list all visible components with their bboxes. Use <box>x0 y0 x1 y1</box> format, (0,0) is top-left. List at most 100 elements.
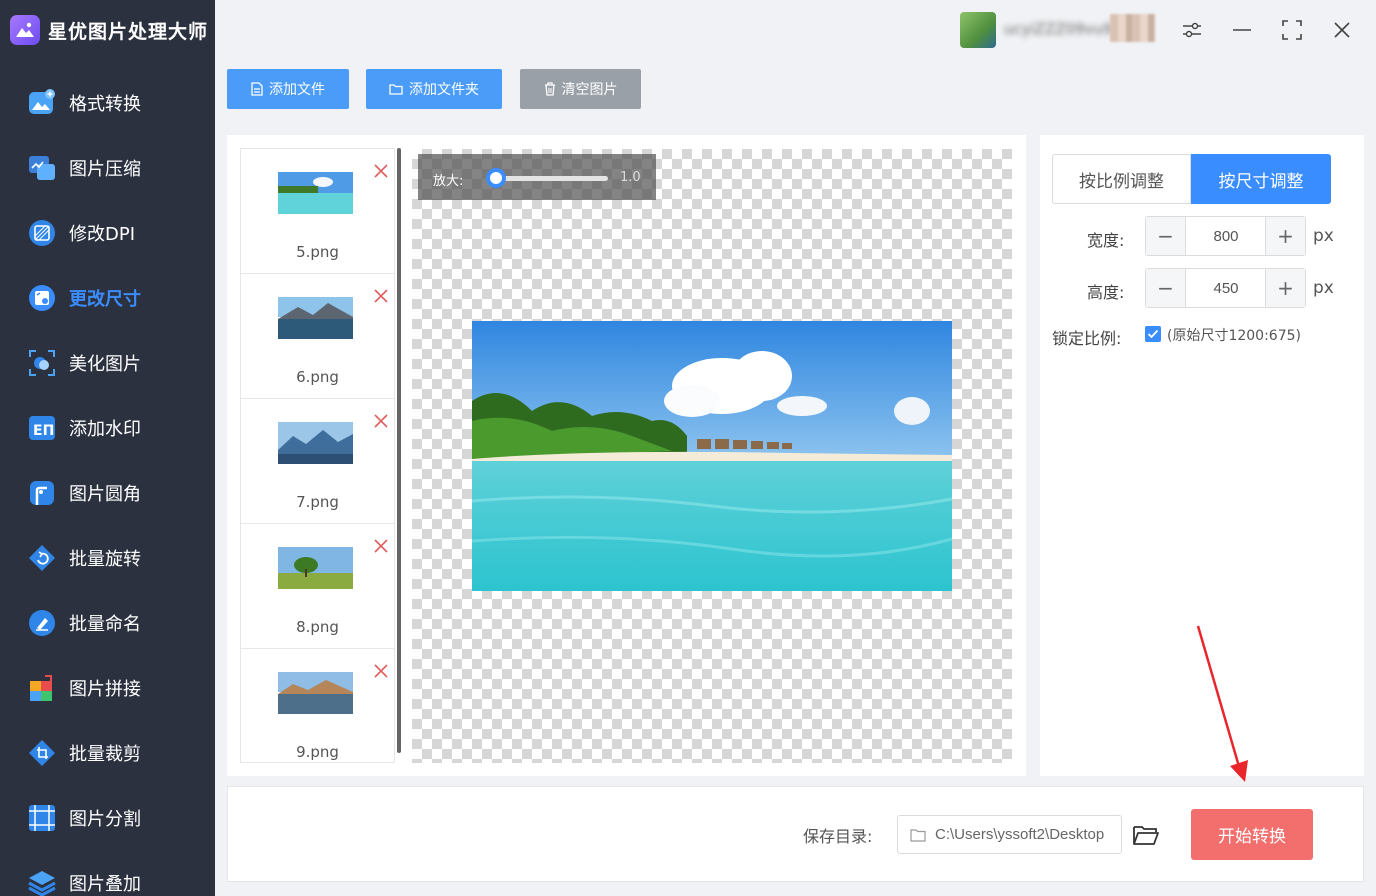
sidebar-item-beautify[interactable]: 美化图片 <box>0 337 215 389</box>
watermark-icon: EП <box>26 412 58 444</box>
file-item[interactable]: 8.png <box>241 524 394 649</box>
sidebar-item-dpi[interactable]: 修改DPI <box>0 207 215 259</box>
sidebar-item-round-corner[interactable]: 图片圆角 <box>0 467 215 519</box>
thumbnail-lake-mountain <box>278 297 353 339</box>
crop-icon <box>26 737 58 769</box>
zoom-slider-handle[interactable] <box>486 168 506 188</box>
file-item[interactable]: 6.png <box>241 274 394 399</box>
width-increment-button[interactable]: + <box>1265 217 1305 255</box>
sidebar-item-label: 添加水印 <box>69 419 141 440</box>
image-convert-icon <box>26 87 58 119</box>
sidebar-item-compress[interactable]: 图片压缩 <box>0 142 215 194</box>
sidebar-item-rename[interactable]: 批量命名 <box>0 597 215 649</box>
app-title: 星优图片处理大师 <box>48 20 209 43</box>
puzzle-icon <box>26 672 58 704</box>
width-unit: px <box>1313 226 1334 246</box>
clear-images-button[interactable]: 清空图片 <box>520 69 641 109</box>
file-list: 5.png 6.png 7.png 8.png 9.png <box>240 148 395 763</box>
file-item[interactable]: 5.png <box>241 149 394 274</box>
trash-icon <box>544 82 555 96</box>
delete-icon[interactable] <box>372 662 390 680</box>
sidebar-item-split[interactable]: 图片分割 <box>0 792 215 844</box>
width-decrement-button[interactable]: − <box>1146 217 1186 255</box>
open-folder-icon[interactable] <box>1131 820 1161 850</box>
resize-icon <box>26 282 58 314</box>
delete-icon[interactable] <box>372 412 390 430</box>
thumbnail-desert-lake <box>278 672 353 714</box>
folder-icon <box>389 84 403 95</box>
close-icon[interactable] <box>1328 16 1356 44</box>
lock-ratio-checkbox[interactable] <box>1145 326 1161 342</box>
tab-size-adjust[interactable]: 按尺寸调整 <box>1191 154 1331 204</box>
sidebar-item-label: 修改DPI <box>69 224 136 245</box>
sidebar-item-label: 图片圆角 <box>69 484 141 505</box>
layers-icon <box>26 867 58 896</box>
sidebar-item-puzzle[interactable]: 图片拼接 <box>0 662 215 714</box>
sidebar-item-format-convert[interactable]: 格式转换 <box>0 77 215 129</box>
add-file-button[interactable]: 添加文件 <box>227 69 349 109</box>
sidebar-item-watermark[interactable]: EП 添加水印 <box>0 402 215 454</box>
zoom-label: 放大: <box>433 174 464 189</box>
add-folder-button[interactable]: 添加文件夹 <box>366 69 502 109</box>
sidebar-item-rotate[interactable]: 批量旋转 <box>0 532 215 584</box>
add-file-label: 添加文件 <box>269 82 325 98</box>
rotate-icon <box>26 542 58 574</box>
zoom-slider-track[interactable] <box>490 176 608 181</box>
svg-text:EП: EП <box>33 423 54 439</box>
height-stepper: − + <box>1145 268 1306 308</box>
save-dir-label: 保存目录: <box>803 827 873 846</box>
sidebar-item-label: 图片压缩 <box>69 159 141 180</box>
clear-images-label: 清空图片 <box>561 82 618 98</box>
thumbnail-blue-mountains <box>278 422 353 464</box>
save-path-field[interactable]: C:\Users\yssoft2\Desktop <box>897 815 1122 854</box>
file-name: 6.png <box>296 368 339 386</box>
check-icon <box>1147 329 1159 339</box>
avatar[interactable] <box>960 12 996 48</box>
zoom-value: 1.0 <box>620 170 641 185</box>
lock-ratio-label: 锁定比例: <box>1052 329 1122 348</box>
sidebar-item-label: 图片分割 <box>69 809 141 830</box>
delete-icon[interactable] <box>372 162 390 180</box>
app-brand: 星优图片处理大师 <box>10 14 208 46</box>
delete-icon[interactable] <box>372 287 390 305</box>
sidebar-item-resize[interactable]: 更改尺寸 <box>0 272 215 324</box>
add-folder-label: 添加文件夹 <box>409 82 479 98</box>
username: ucyiZZZ09vu9 <box>1004 20 1113 38</box>
sidebar-item-label: 批量命名 <box>69 614 141 635</box>
sidebar-item-label: 更改尺寸 <box>69 289 141 310</box>
fullscreen-icon[interactable] <box>1278 16 1306 44</box>
minimize-icon[interactable] <box>1228 16 1256 44</box>
sidebar-item-label: 格式转换 <box>69 94 141 115</box>
sidebar-item-label: 批量旋转 <box>69 549 141 570</box>
height-unit: px <box>1313 278 1334 298</box>
width-label: 宽度: <box>1087 231 1125 250</box>
sidebar-item-crop[interactable]: 批量裁剪 <box>0 727 215 779</box>
height-increment-button[interactable]: + <box>1265 269 1305 307</box>
file-item[interactable]: 9.png <box>241 649 394 762</box>
thumbnail-tree-field <box>278 547 353 589</box>
dpi-icon <box>26 217 58 249</box>
preview-image <box>472 321 952 591</box>
image-compress-icon <box>26 152 58 184</box>
rename-icon <box>26 607 58 639</box>
split-icon <box>26 802 58 834</box>
width-input[interactable] <box>1187 217 1265 255</box>
sidebar-item-label: 批量裁剪 <box>69 744 141 765</box>
round-corner-icon <box>26 477 58 509</box>
file-item[interactable]: 7.png <box>241 399 394 524</box>
start-convert-button[interactable]: 开始转换 <box>1191 809 1313 860</box>
file-list-scrollbar[interactable] <box>397 148 401 753</box>
height-input[interactable] <box>1187 269 1265 307</box>
sidebar-item-label: 图片拼接 <box>69 679 141 700</box>
file-name: 5.png <box>296 243 339 261</box>
file-icon <box>251 82 263 96</box>
sidebar-item-layers[interactable]: 图片叠加 <box>0 857 215 896</box>
height-decrement-button[interactable]: − <box>1146 269 1186 307</box>
sidebar-item-label: 图片叠加 <box>69 874 141 895</box>
delete-icon[interactable] <box>372 537 390 555</box>
settings-sliders-icon[interactable] <box>1178 16 1206 44</box>
file-name: 9.png <box>296 743 339 761</box>
sidebar: 星优图片处理大师 格式转换 图片压缩 修改DPI 更改尺寸 美化图片 EП 添加… <box>0 0 215 896</box>
tab-ratio-adjust[interactable]: 按比例调整 <box>1052 154 1191 204</box>
width-stepper: − + <box>1145 216 1306 256</box>
